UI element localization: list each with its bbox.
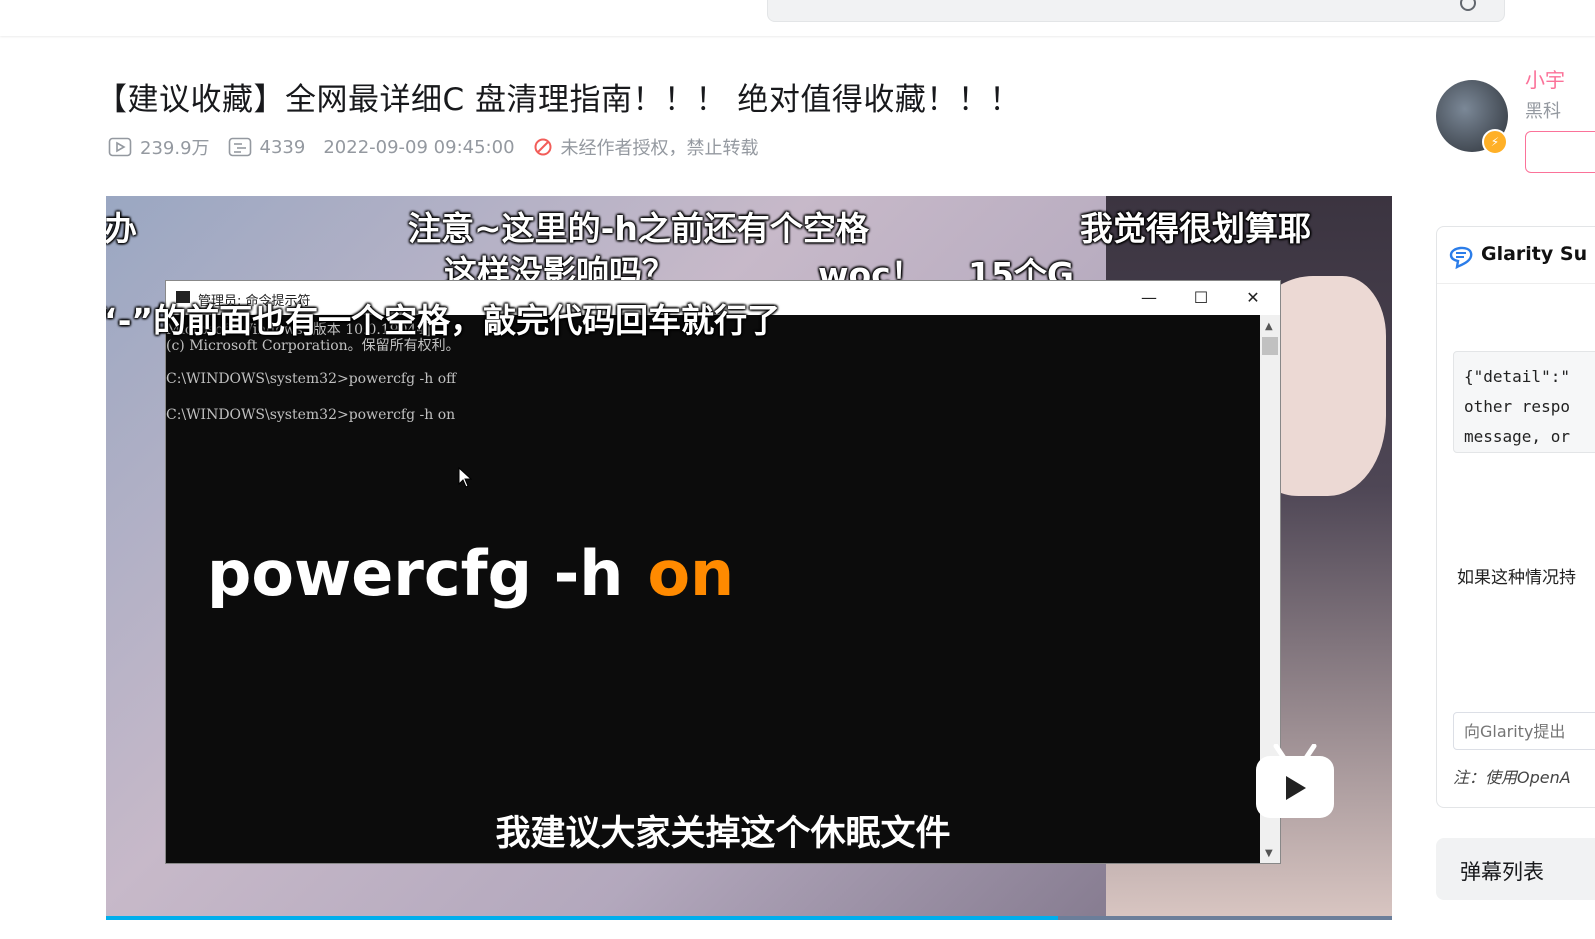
danmaku-list-label: 弹幕列表	[1460, 860, 1544, 884]
bilibili-tv-icon[interactable]	[1254, 744, 1336, 820]
danmaku-count-text: 4339	[259, 136, 306, 158]
minimize-icon: —	[1141, 288, 1157, 307]
danmaku-item: 注意~这里的-h之前还有个空格	[408, 209, 869, 248]
video-progress-bar[interactable]	[106, 916, 1392, 920]
overlay-command-text: powercfg -h	[207, 537, 624, 610]
danmaku-list-toggle[interactable]: 弹幕列表	[1436, 838, 1595, 900]
danmaku-count: 4339	[228, 136, 306, 158]
search-icon[interactable]	[1460, 0, 1476, 11]
danmaku-item: 办	[106, 209, 137, 248]
code-line: {"detail":"	[1464, 367, 1570, 386]
video-subtitle: 我建议大家关掉这个休眠文件	[495, 813, 951, 854]
cmd-line: C:\WINDOWS\system32>powercfg -h off	[166, 371, 457, 387]
glarity-note: 注：使用OpenA	[1453, 768, 1571, 787]
glarity-logo-icon	[1449, 246, 1473, 269]
scroll-up-icon: ▲	[1265, 321, 1273, 332]
glarity-panel: Glarity Su {"detail":" other respo messa…	[1436, 226, 1595, 808]
close-icon: ✕	[1246, 288, 1260, 307]
lightning-badge-icon: ⚡	[1482, 129, 1508, 155]
play-count-icon	[108, 137, 132, 157]
follow-button[interactable]	[1525, 131, 1595, 173]
danmaku-icon	[228, 137, 251, 157]
glarity-header: Glarity Su	[1437, 227, 1595, 284]
forbidden-icon	[534, 138, 552, 156]
glarity-answer-text: 如果这种情况持	[1457, 568, 1576, 588]
glarity-question-input[interactable]	[1453, 712, 1595, 750]
scroll-thumb	[1262, 337, 1278, 355]
maximize-icon: ☐	[1193, 288, 1209, 307]
video-player[interactable]: 办 注意~这里的-h之前还有个空格 我觉得很划算耶 这样没影响吗？ woc！ 1…	[106, 196, 1392, 920]
top-header	[0, 0, 1595, 36]
cmd-output: Microsoft Windows [版本 10.0.19044] (c) Mi…	[166, 315, 1258, 865]
glarity-code-block: {"detail":" other respo message, or	[1453, 351, 1595, 453]
mouse-cursor-icon	[458, 467, 472, 488]
view-count: 239.9万	[108, 134, 210, 160]
danmaku-item: 我觉得很划算耶	[1080, 209, 1311, 248]
view-count-text: 239.9万	[140, 138, 210, 159]
video-progress-fill	[106, 916, 1058, 920]
glarity-title: Glarity Su	[1481, 243, 1588, 265]
code-line: other respo	[1464, 397, 1570, 416]
video-meta: 239.9万 4339 2022-09-09 09:45:00 未经作者授权，禁…	[108, 135, 777, 159]
copyright-text: 未经作者授权，禁止转载	[560, 138, 759, 159]
overlay-command-highlight: on	[647, 537, 735, 610]
uploader-name[interactable]: 小宇	[1525, 64, 1565, 93]
uploader-desc: 黑科	[1525, 101, 1561, 122]
overlay-command: powercfg -h on	[207, 537, 734, 610]
video-title: 【建议收藏】全网最详细C 盘清理指南！！！ 绝对值得收藏！！！	[96, 82, 1021, 118]
search-input[interactable]	[767, 0, 1505, 22]
cmd-line: C:\WINDOWS\system32>powercfg -h on	[166, 407, 456, 423]
publish-time: 2022-09-09 09:45:00	[323, 136, 515, 158]
copyright-notice: 未经作者授权，禁止转载	[533, 134, 759, 160]
code-line: message, or	[1464, 427, 1570, 446]
cmd-window: 管理员: 命令提示符 — ☐ ✕ Microsoft Windows [版本 1…	[165, 280, 1281, 864]
danmaku-item: “-”的前面也有一个空格，敲完代码回车就行了	[106, 301, 781, 340]
scroll-down-icon: ▼	[1265, 848, 1273, 859]
